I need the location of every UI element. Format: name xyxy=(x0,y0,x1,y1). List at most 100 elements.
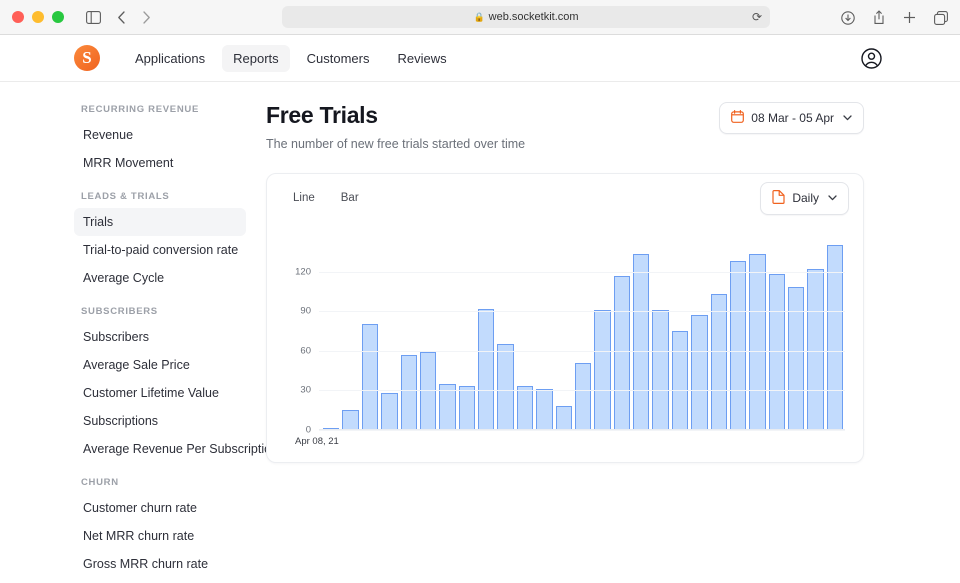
sidebar-item-customer-lifetime-value[interactable]: Customer Lifetime Value xyxy=(74,379,246,407)
sidebar-item-label: Gross MRR churn rate xyxy=(83,557,208,571)
reload-icon[interactable]: ⟳ xyxy=(752,10,762,24)
chart-card-header: Line Bar Daily xyxy=(267,174,863,222)
bar[interactable] xyxy=(711,294,727,430)
bar[interactable] xyxy=(769,274,785,430)
sidebar-item-label: Average Revenue Per Subscription xyxy=(83,442,266,456)
date-range-label: 08 Mar - 05 Apr xyxy=(751,111,834,125)
bar[interactable] xyxy=(749,254,765,430)
nav-label: Reviews xyxy=(398,51,447,66)
sidebar-item-label: Subscriptions xyxy=(83,414,158,428)
bar[interactable] xyxy=(362,324,378,430)
sidebar-item-customer-churn-rate[interactable]: Customer churn rate xyxy=(74,494,246,522)
user-avatar-icon[interactable] xyxy=(860,47,882,69)
bar[interactable] xyxy=(614,276,630,430)
close-window-button[interactable] xyxy=(12,11,24,23)
back-arrow-icon[interactable] xyxy=(117,11,126,24)
plus-icon[interactable] xyxy=(903,11,916,24)
sidebar-item-subscriptions[interactable]: Subscriptions xyxy=(74,407,246,435)
browser-toolbar: ◍ 🔒 web.socketkit.com ⟳ xyxy=(0,0,960,35)
bar[interactable] xyxy=(575,363,591,430)
sidebar-item-average-sale-price[interactable]: Average Sale Price xyxy=(74,351,246,379)
bar[interactable] xyxy=(342,410,358,430)
sidebar-group-title-recurring-revenue: RECURRING REVENUE xyxy=(81,104,246,115)
nav-item-customers[interactable]: Customers xyxy=(296,45,381,72)
bar[interactable] xyxy=(459,386,475,430)
sidebar-item-trials[interactable]: Trials xyxy=(74,208,246,236)
nav-item-applications[interactable]: Applications xyxy=(124,45,216,72)
url-text: web.socketkit.com xyxy=(489,11,579,23)
tab-line[interactable]: Line xyxy=(285,187,323,209)
sidebar-item-label: Subscribers xyxy=(83,330,149,344)
sidebar-item-mrr-movement[interactable]: MRR Movement xyxy=(74,149,246,177)
sidebar-toggle-icon[interactable] xyxy=(86,11,101,24)
sidebar-item-gross-mrr-churn-rate[interactable]: Gross MRR churn rate xyxy=(74,550,246,578)
tab-overview-icon[interactable] xyxy=(934,11,948,25)
bar[interactable] xyxy=(827,245,843,430)
bar[interactable] xyxy=(536,389,552,430)
chevron-down-icon xyxy=(843,113,852,123)
share-icon[interactable] xyxy=(873,10,885,25)
bar[interactable] xyxy=(381,393,397,430)
window-traffic-lights[interactable] xyxy=(12,11,64,23)
sidebar-item-subscribers[interactable]: Subscribers xyxy=(74,323,246,351)
date-range-picker[interactable]: 08 Mar - 05 Apr xyxy=(719,102,864,134)
nav-item-reviews[interactable]: Reviews xyxy=(387,45,458,72)
maximize-window-button[interactable] xyxy=(52,11,64,23)
sidebar-item-label: Trial-to-paid conversion rate xyxy=(83,243,238,257)
bar[interactable] xyxy=(672,331,688,430)
download-icon[interactable] xyxy=(841,11,855,25)
y-axis-tick-label: 60 xyxy=(279,345,311,356)
sidebar-item-label: Customer Lifetime Value xyxy=(83,386,219,400)
nav-label: Reports xyxy=(233,51,279,66)
sidebar-item-label: Customer churn rate xyxy=(83,501,197,515)
sidebar-item-label: Average Cycle xyxy=(83,271,164,285)
granularity-label: Daily xyxy=(792,191,819,205)
nav-label: Customers xyxy=(307,51,370,66)
address-bar[interactable]: 🔒 web.socketkit.com ⟳ xyxy=(282,6,770,28)
sidebar-item-label: MRR Movement xyxy=(83,156,173,170)
bar[interactable] xyxy=(556,406,572,430)
bar[interactable] xyxy=(401,355,417,430)
sidebar-item-trial-to-paid-conversion-rate[interactable]: Trial-to-paid conversion rate xyxy=(74,236,246,264)
sidebar-item-net-mrr-churn-rate[interactable]: Net MRR churn rate xyxy=(74,522,246,550)
main-content: Free Trials The number of new free trial… xyxy=(266,82,960,583)
app-navbar: S Applications Reports Customers Reviews xyxy=(0,35,960,82)
page-subtitle: The number of new free trials started ov… xyxy=(266,137,719,151)
sidebar-item-label: Average Sale Price xyxy=(83,358,190,372)
gridline xyxy=(319,272,845,273)
minimize-window-button[interactable] xyxy=(32,11,44,23)
bar[interactable] xyxy=(730,261,746,430)
reports-sidebar: RECURRING REVENUE Revenue MRR Movement L… xyxy=(0,82,266,583)
gridline xyxy=(319,430,845,431)
logo-glyph: S xyxy=(82,48,91,68)
bar[interactable] xyxy=(788,287,804,430)
bar[interactable] xyxy=(807,269,823,430)
bar[interactable] xyxy=(594,310,610,430)
granularity-dropdown[interactable]: Daily xyxy=(760,182,849,215)
sidebar-item-average-cycle[interactable]: Average Cycle xyxy=(74,264,246,292)
bar[interactable] xyxy=(633,254,649,430)
sidebar-group-title-leads-trials: LEADS & TRIALS xyxy=(81,191,246,202)
bar[interactable] xyxy=(478,309,494,430)
forward-arrow-icon[interactable] xyxy=(142,11,151,24)
nav-item-reports[interactable]: Reports xyxy=(222,45,290,72)
sidebar-item-label: Revenue xyxy=(83,128,133,142)
socketkit-logo-icon[interactable]: S xyxy=(74,45,100,71)
bar[interactable] xyxy=(691,315,707,430)
y-axis-tick-label: 30 xyxy=(279,385,311,396)
gridline xyxy=(319,390,845,391)
primary-nav: Applications Reports Customers Reviews xyxy=(124,45,458,72)
gridline xyxy=(319,351,845,352)
tab-bar[interactable]: Bar xyxy=(333,187,367,209)
bar-chart[interactable]: 0306090120Apr 08, 21 xyxy=(279,230,849,456)
bar[interactable] xyxy=(652,310,668,430)
sidebar-item-revenue[interactable]: Revenue xyxy=(74,121,246,149)
bar-series xyxy=(323,232,843,430)
y-axis-tick-label: 120 xyxy=(279,266,311,277)
sidebar-item-label: Net MRR churn rate xyxy=(83,529,194,543)
sidebar-item-average-revenue-per-subscription[interactable]: Average Revenue Per Subscription xyxy=(74,435,246,463)
chevron-down-icon xyxy=(828,193,837,203)
tab-label: Line xyxy=(293,192,315,204)
bar[interactable] xyxy=(497,344,513,430)
bar[interactable] xyxy=(517,386,533,430)
